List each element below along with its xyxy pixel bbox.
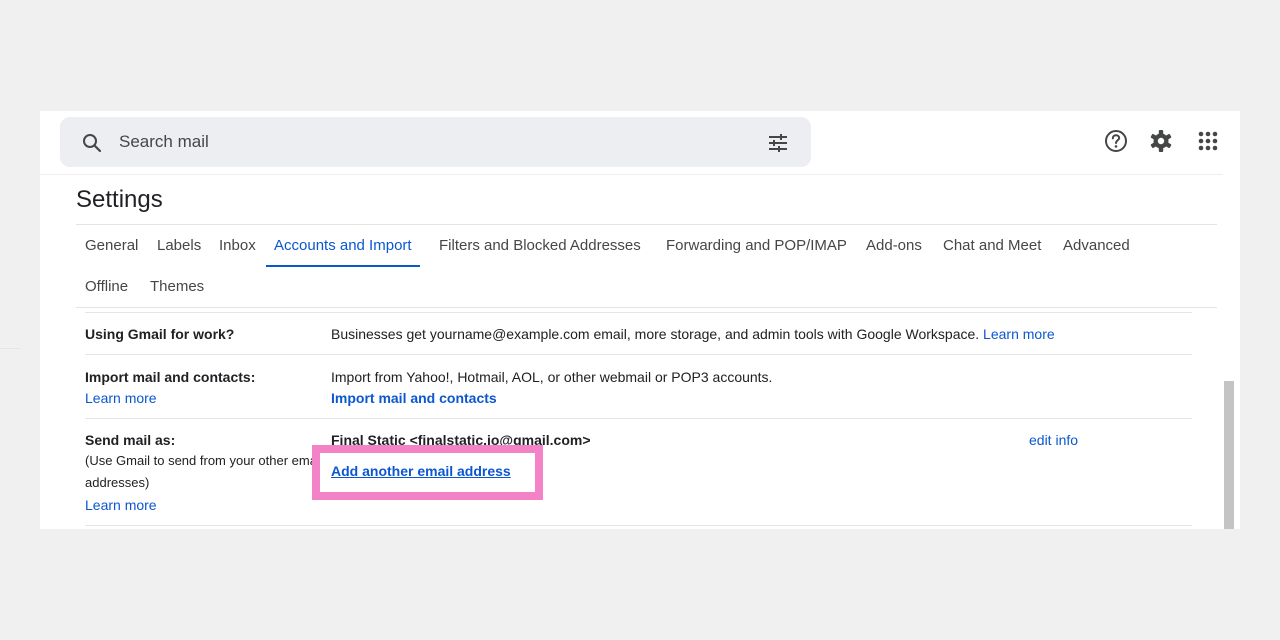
tab-add-ons[interactable]: Add-ons <box>866 229 922 267</box>
tab-general[interactable]: General <box>85 229 138 267</box>
title-divider <box>76 224 1217 225</box>
tab-labels[interactable]: Labels <box>157 229 201 267</box>
tab-filters-and-blocked-addresses[interactable]: Filters and Blocked Addresses <box>439 229 641 267</box>
workspace-description-text: Businesses get yourname@example.com emai… <box>331 326 980 342</box>
import-mail-and-contacts-link[interactable]: Import mail and contacts <box>331 390 497 406</box>
edit-info-link[interactable]: edit info <box>1029 432 1078 448</box>
page-title: Settings <box>76 186 163 213</box>
tab-advanced[interactable]: Advanced <box>1063 229 1130 267</box>
scrollbar-thumb[interactable] <box>1224 381 1234 529</box>
row-divider <box>85 525 1192 526</box>
search-bar[interactable]: Search mail <box>60 117 811 167</box>
import-description: Import from Yahoo!, Hotmail, AOL, or oth… <box>331 369 773 385</box>
workspace-learn-more-link[interactable]: Learn more <box>983 326 1055 342</box>
gmail-app-window: Search mail Settings General Labels Inbo… <box>40 111 1240 529</box>
add-another-email-address-link[interactable]: Add another email address <box>331 463 511 479</box>
search-input[interactable]: Search mail <box>119 132 209 152</box>
send-as-help-line-2: addresses) <box>85 475 150 490</box>
tab-inbox[interactable]: Inbox <box>219 229 256 267</box>
header-divider <box>40 174 1240 175</box>
tab-chat-and-meet[interactable]: Chat and Meet <box>943 229 1041 267</box>
tab-forwarding-and-pop-imap[interactable]: Forwarding and POP/IMAP <box>666 229 847 267</box>
send-as-help-line-1: (Use Gmail to send from your other email <box>85 453 315 468</box>
gear-icon[interactable] <box>1148 128 1174 154</box>
help-icon[interactable] <box>1103 128 1129 154</box>
tabs-divider <box>76 307 1217 308</box>
send-as-learn-more-link[interactable]: Learn more <box>85 497 157 513</box>
settings-content: Using Gmail for work? Businesses get you… <box>40 311 1240 529</box>
tune-icon[interactable] <box>766 131 790 155</box>
tab-themes[interactable]: Themes <box>150 270 204 308</box>
tab-accounts-and-import[interactable]: Accounts and Import <box>266 229 420 267</box>
apps-icon[interactable] <box>1195 128 1221 154</box>
workspace-row-description: Businesses get yourname@example.com emai… <box>331 326 1055 342</box>
background-divider-stub <box>0 348 20 349</box>
search-icon[interactable] <box>80 131 104 155</box>
tab-offline[interactable]: Offline <box>85 270 128 308</box>
